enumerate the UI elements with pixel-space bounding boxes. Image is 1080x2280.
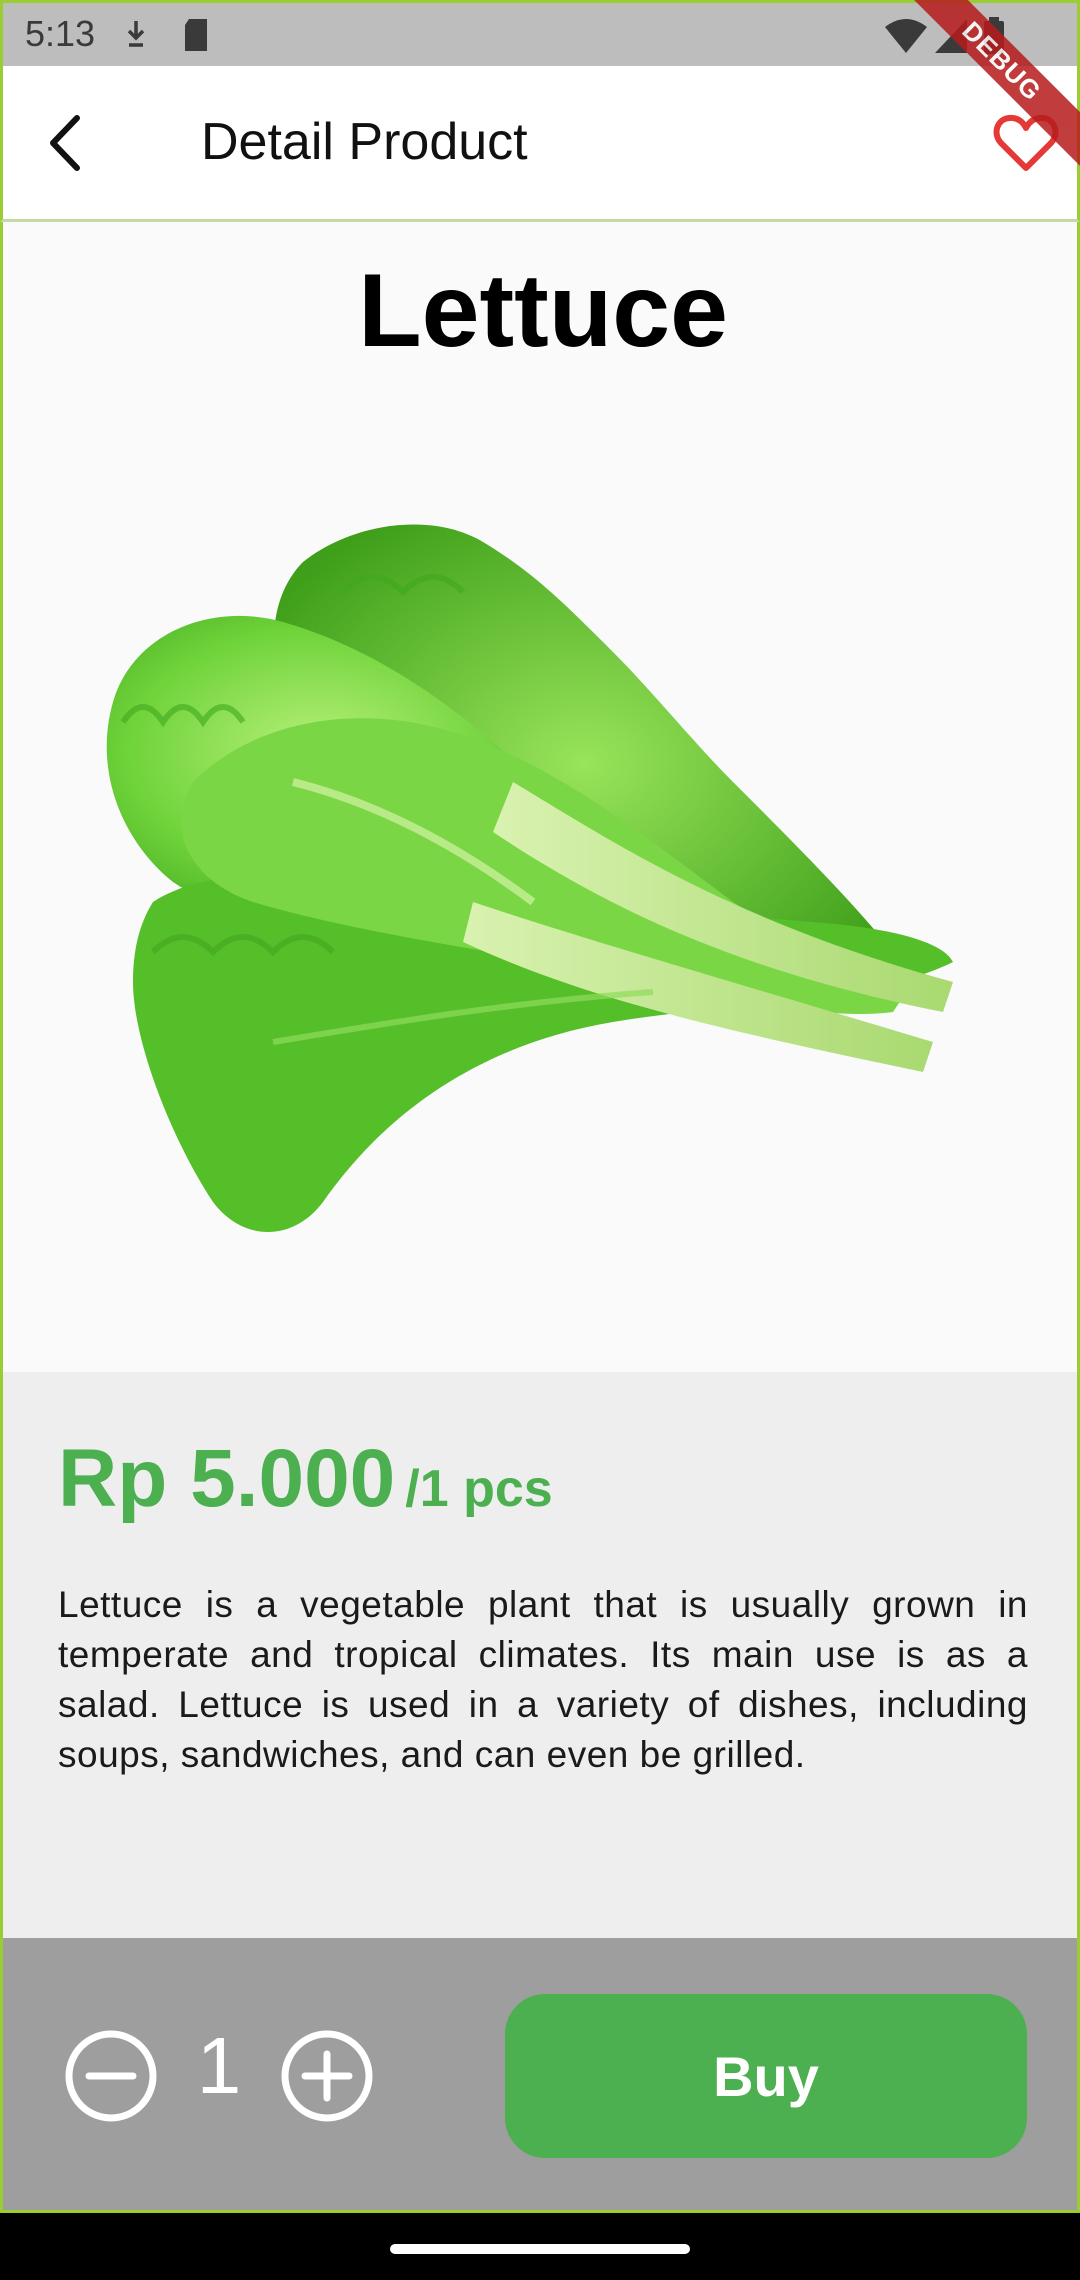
status-time: 5:13 [25,13,96,54]
quantity-value: 1 [196,2021,242,2110]
buy-button[interactable]: Buy [505,1994,1027,2158]
plus-circle-icon[interactable] [279,2028,375,2124]
product-price: Rp 5.000 [58,1433,396,1524]
download-icon [127,21,145,47]
lettuce-image [106,524,953,1232]
bottom-action-bar: 1 Buy [0,1938,1080,2213]
price-unit: /1 pcs [405,1460,553,1518]
screen: 5:13 Detail Product DEBUG Lettuce Rp 5.0… [0,0,1080,2280]
battery-icon [984,17,1004,54]
back-arrow-icon[interactable] [33,108,103,178]
product-name: Lettuce [358,253,728,369]
minus-circle-icon[interactable] [63,2028,159,2124]
product-info-panel: Rp 5.000/1 pcs Lettuce is a vegetable pl… [0,1372,1080,1938]
home-handle[interactable] [390,2244,690,2254]
app-bar: Detail Product [0,66,1080,222]
navigation-bar [0,2213,1080,2280]
product-description: Lettuce is a vegetable plant that is usu… [58,1584,1028,1775]
wifi-icon [885,19,927,53]
heart-outline-icon[interactable] [993,110,1059,176]
signal-icon [935,19,967,53]
status-bar: 5:13 [0,0,1080,66]
page-title: Detail Product [201,113,528,171]
product-image-area: Lettuce [0,222,1080,1372]
sd-card-icon [185,19,207,51]
price-row: Rp 5.000/1 pcs [58,1432,553,1526]
